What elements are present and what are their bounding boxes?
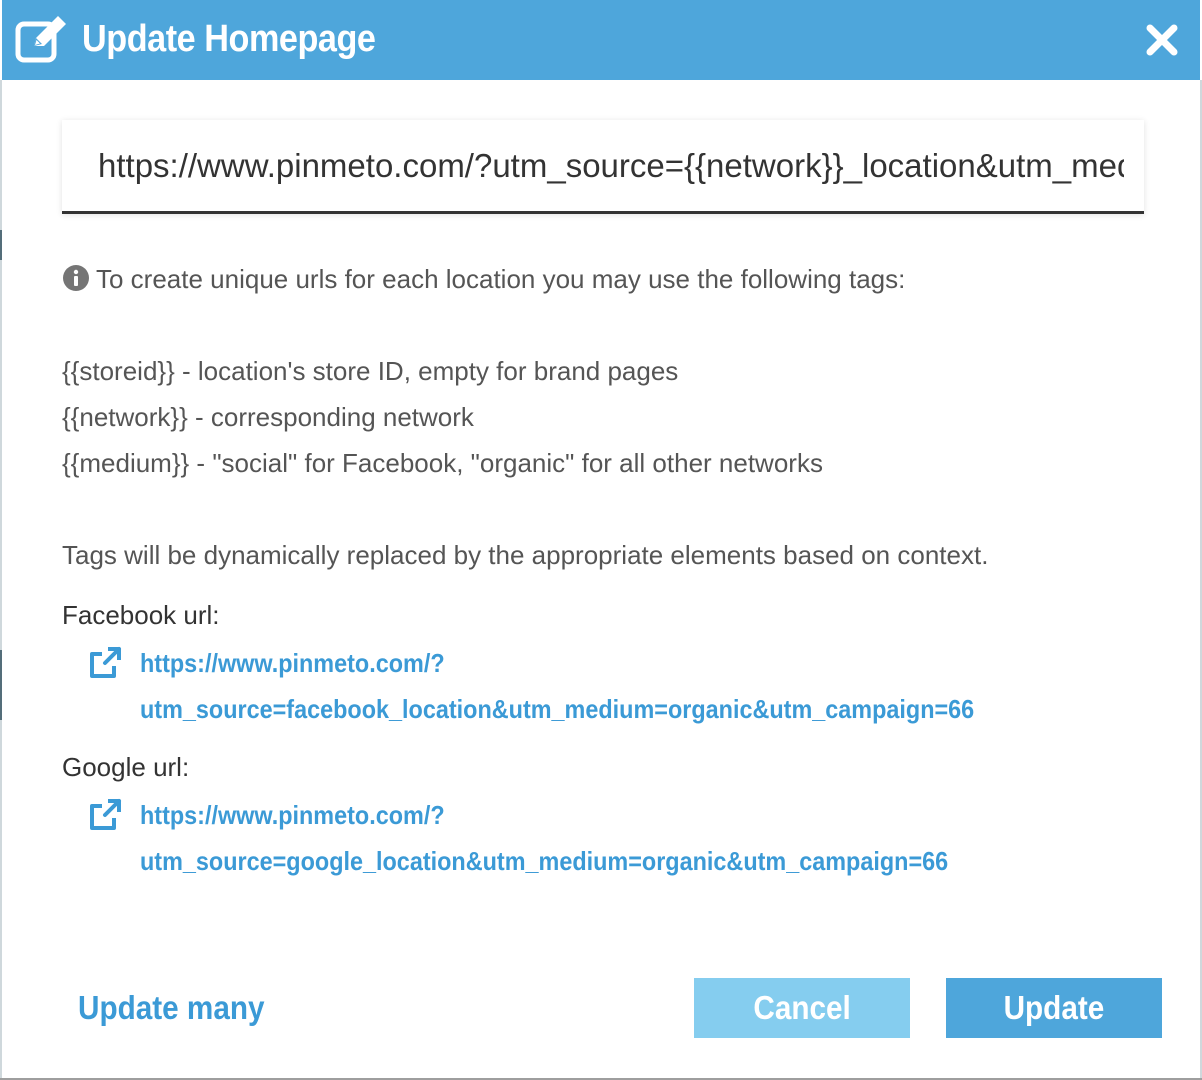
homepage-url-field xyxy=(62,120,1144,214)
tag-storeid: {{storeid}} - location's store ID, empty… xyxy=(62,356,679,386)
google-url-label: Google url: xyxy=(62,752,190,782)
close-icon[interactable] xyxy=(1142,20,1182,60)
info-icon xyxy=(63,265,89,291)
update-many-link[interactable]: Update many xyxy=(78,986,264,1030)
cancel-button[interactable]: Cancel xyxy=(694,978,910,1038)
facebook-url-line-1[interactable]: https://www.pinmeto.com/? xyxy=(140,640,445,686)
facebook-url-line-2[interactable]: utm_source=facebook_location&utm_medium=… xyxy=(140,686,974,732)
google-url-line-2[interactable]: utm_source=google_location&utm_medium=or… xyxy=(140,838,948,884)
update-button-label: Update xyxy=(1003,989,1105,1026)
tag-network: {{network}} - corresponding network xyxy=(62,402,474,432)
update-homepage-dialog: Update Homepage To create unique urls fo… xyxy=(2,0,1200,1078)
dialog-title: Update Homepage xyxy=(82,18,376,60)
update-button[interactable]: Update xyxy=(946,978,1162,1038)
facebook-url-link[interactable]: https://www.pinmeto.com/? utm_source=fac… xyxy=(88,640,1088,732)
dialog-header: Update Homepage xyxy=(2,0,1200,80)
google-url-line-1[interactable]: https://www.pinmeto.com/? xyxy=(140,792,445,838)
tags-note: Tags will be dynamically replaced by the… xyxy=(62,540,989,570)
cancel-button-label: Cancel xyxy=(753,989,851,1026)
homepage-url-input[interactable] xyxy=(98,142,1124,190)
tag-medium: {{medium}} - "social" for Facebook, "org… xyxy=(62,448,823,478)
google-url-link[interactable]: https://www.pinmeto.com/? utm_source=goo… xyxy=(88,792,1088,884)
tags-intro-text: To create unique urls for each location … xyxy=(96,264,906,294)
facebook-url-label: Facebook url: xyxy=(62,600,220,630)
external-link-icon xyxy=(90,647,121,678)
edit-icon xyxy=(15,16,66,63)
tags-intro: To create unique urls for each location … xyxy=(62,262,905,296)
external-link-icon xyxy=(90,799,121,830)
